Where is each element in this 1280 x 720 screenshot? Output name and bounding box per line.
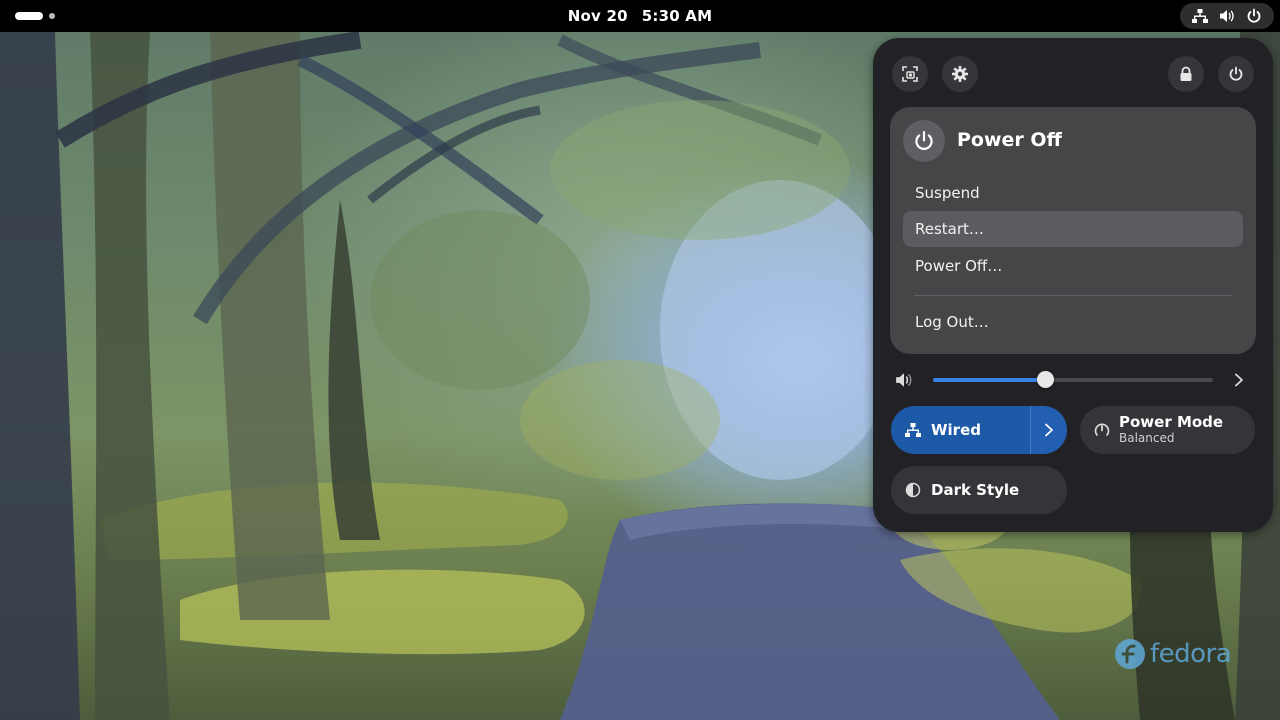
- power-icon: [915, 130, 933, 150]
- chevron-right-icon: [1235, 373, 1243, 387]
- fedora-logo-icon: [1115, 639, 1145, 669]
- screenshot-icon: [902, 66, 918, 82]
- power-submenu-title: Power Off: [957, 129, 1062, 151]
- system-status-button[interactable]: [1180, 3, 1274, 29]
- time-label: 5:30 AM: [641, 7, 713, 25]
- lock-screen-button[interactable]: [1168, 56, 1204, 92]
- date-label: Nov 20: [567, 7, 628, 25]
- speaker-icon: [895, 371, 915, 389]
- gear-icon: [952, 66, 968, 82]
- wired-toggle-label: Wired: [931, 421, 981, 439]
- power-off-menu-item[interactable]: Power Off…: [903, 248, 1243, 284]
- network-wired-icon: [1191, 8, 1208, 24]
- dark-style-toggle[interactable]: Dark Style: [891, 466, 1067, 514]
- power-icon: [1229, 66, 1243, 81]
- top-bar: Nov 20 5:30 AM: [0, 0, 1280, 32]
- power-mode-label: Power Mode: [1119, 412, 1224, 431]
- date-time-button[interactable]: Nov 20 5:30 AM: [560, 0, 720, 32]
- dark-style-label: Dark Style: [931, 481, 1020, 499]
- active-workspace-indicator: [15, 12, 43, 20]
- volume-slider-fill: [933, 378, 1045, 382]
- volume-slider[interactable]: [933, 378, 1213, 382]
- volume-slider-handle[interactable]: [1036, 371, 1054, 388]
- volume-expand-button[interactable]: [1229, 370, 1249, 390]
- chevron-right-icon: [1045, 423, 1053, 437]
- log-out-menu-item[interactable]: Log Out…: [903, 304, 1243, 340]
- wired-network-toggle: Wired: [891, 406, 1067, 454]
- dark-style-icon: [905, 482, 921, 498]
- power-profile-icon: [1094, 423, 1110, 436]
- power-mode-text: Power Mode Balanced: [1119, 412, 1224, 446]
- fedora-wordmark: fedora: [1150, 639, 1232, 669]
- wired-toggle-button[interactable]: Wired: [891, 406, 1030, 454]
- lock-icon: [1180, 66, 1192, 81]
- power-mode-value: Balanced: [1119, 430, 1175, 445]
- power-mode-toggle[interactable]: Power Mode Balanced: [1080, 406, 1255, 454]
- suspend-menu-item[interactable]: Suspend: [903, 175, 1243, 211]
- menu-separator: [914, 295, 1232, 296]
- workspace-indicator: [49, 13, 55, 19]
- speaker-icon: [1219, 8, 1235, 24]
- power-icon: [1246, 8, 1262, 24]
- fedora-watermark: fedora: [1114, 636, 1232, 672]
- screenshot-button[interactable]: [892, 56, 928, 92]
- settings-button[interactable]: [942, 56, 978, 92]
- activities-button[interactable]: [12, 8, 72, 24]
- restart-menu-item[interactable]: Restart…: [903, 211, 1243, 247]
- power-header-icon: [903, 120, 945, 162]
- network-wired-icon: [905, 423, 921, 437]
- power-menu-button[interactable]: [1218, 56, 1254, 92]
